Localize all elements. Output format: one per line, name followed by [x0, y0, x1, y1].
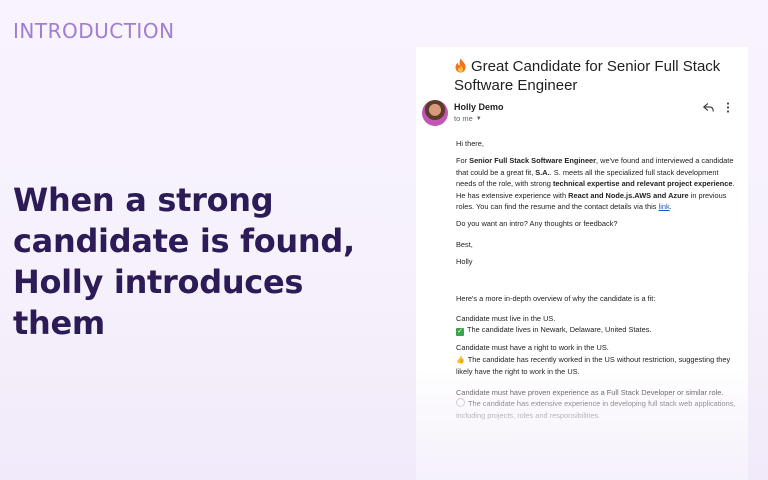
criterion-result-text: The candidate has extensive experience i…: [456, 399, 736, 420]
resume-link[interactable]: link: [659, 202, 670, 211]
reply-icon[interactable]: [703, 103, 714, 112]
email-card: Great Candidate for Senior Full Stack So…: [416, 47, 748, 480]
question: Do you want an intro? Any thoughts or fe…: [456, 219, 618, 229]
chevron-down-icon: ▼: [475, 116, 482, 122]
paragraph-text: .: [669, 202, 672, 212]
candidate-strength: technical expertise and relevant project…: [552, 179, 733, 189]
headline-line-2: candidate is found,: [13, 222, 355, 260]
greeting: Hi there,: [456, 139, 484, 148]
headline-line-3: Holly introduces them: [13, 263, 304, 342]
section-eyebrow: INTRODUCTION: [13, 19, 175, 43]
check-mark-icon: ✓: [456, 328, 464, 337]
recipient-dropdown[interactable]: to me ▼: [454, 114, 482, 123]
email-body: Hi there, For Senior Full Stack Software…: [456, 138, 738, 421]
paragraph-text: For: [456, 156, 470, 166]
fire-icon: [455, 58, 466, 73]
overview-intro: Here's a more in-depth overview of why t…: [456, 293, 656, 303]
headline-line-1: When a strong: [13, 181, 274, 219]
thumbs-up-icon: 👍: [456, 356, 465, 364]
candidate-initials: S.A.: [535, 167, 550, 177]
clock-icon: [456, 398, 465, 408]
criterion-result-text: The candidate has recently worked in the…: [456, 354, 731, 377]
more-vertical-icon[interactable]: [726, 102, 730, 113]
criterion-requirement: Candidate must live in the US.: [456, 314, 556, 324]
criterion-requirement: Candidate must have proven experience as…: [456, 387, 724, 397]
email-subject: Great Candidate for Senior Full Stack So…: [454, 57, 744, 95]
signature: Holly: [456, 257, 473, 267]
candidate-skills: React and Node.js.AWS and Azure: [568, 190, 689, 200]
criterion-result: ✓ The candidate lives in Newark, Delaware…: [456, 324, 738, 337]
criterion-requirement: Candidate must have a right to work in t…: [456, 343, 609, 353]
headline: When a strong candidate is found, Holly …: [13, 180, 393, 344]
signoff: Best,: [456, 239, 473, 249]
role-name: Senior Full Stack Software Engineer: [469, 156, 597, 166]
sender-avatar: [422, 100, 448, 126]
recipient-label: to me: [454, 114, 473, 123]
criterion-result-text: The candidate lives in Newark, Delaware,…: [467, 325, 652, 335]
sender-name: Holly Demo: [454, 102, 504, 112]
intro-paragraph: For Senior Full Stack Software Engineer,…: [456, 155, 738, 212]
criterion-result: 👍 The candidate has recently worked in th…: [456, 354, 738, 378]
criterion-result: The candidate has extensive experience i…: [456, 398, 738, 421]
email-subject-text: Great Candidate for Senior Full Stack So…: [454, 58, 721, 94]
